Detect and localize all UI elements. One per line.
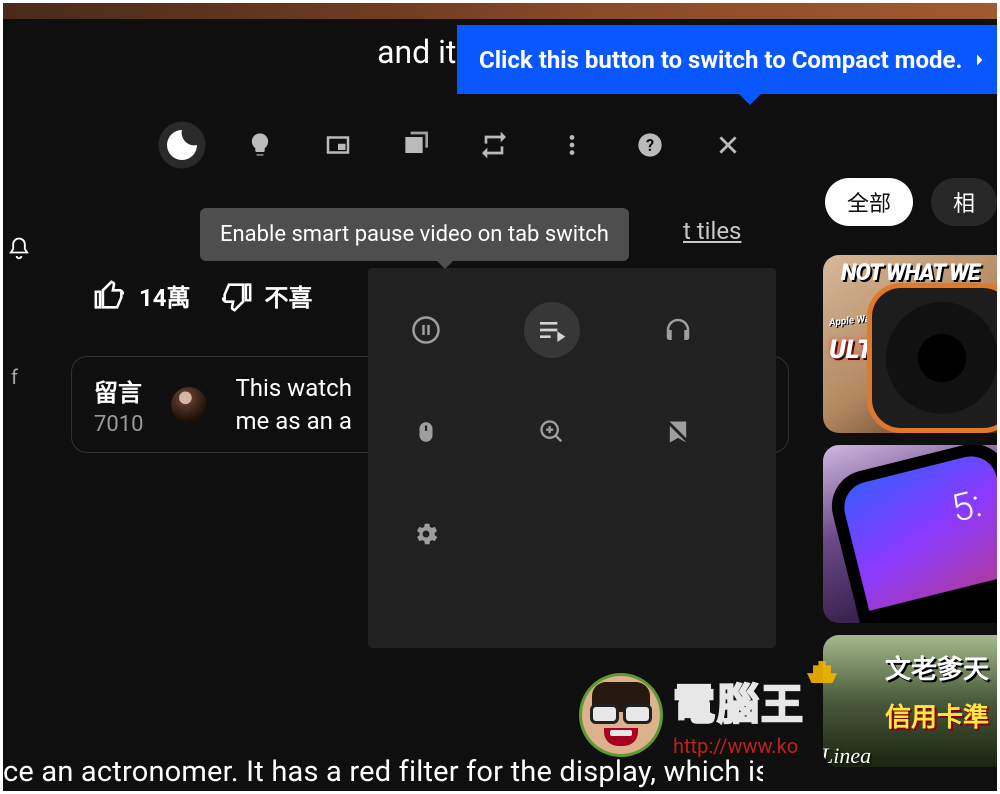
- site-watermark: 電腦王 http://www.ko: [579, 671, 805, 758]
- svg-text:?: ?: [646, 136, 654, 155]
- light-button[interactable]: light: [221, 107, 299, 183]
- headphones-button[interactable]: [650, 302, 706, 358]
- thumb-up-icon: [93, 279, 127, 313]
- chevron-right-icon: [971, 48, 987, 72]
- recommendation-thumb[interactable]: 文老爹天 信用卡準 Linea: [823, 635, 997, 767]
- mouse-button[interactable]: [398, 404, 454, 460]
- left-rail: f: [3, 233, 31, 389]
- commenter-avatar: [171, 387, 207, 423]
- headphones-icon: [663, 315, 693, 345]
- video-strip: [3, 3, 997, 19]
- pause-circle-icon: [411, 315, 441, 345]
- compact-mode-callout[interactable]: Click this button to switch to Compact m…: [457, 25, 997, 94]
- filter-chips: 全部 相: [825, 178, 997, 226]
- rail-letter: f: [11, 365, 31, 389]
- tabs-dropdown-panel: [368, 268, 776, 648]
- like-count: 14萬: [139, 278, 191, 313]
- settings-button[interactable]: [398, 506, 454, 562]
- extension-toolbar: dark-mode light picture-in-picture tabs …: [143, 107, 773, 183]
- help-button[interactable]: ? help: [611, 107, 689, 183]
- playlist-play-button[interactable]: [524, 302, 580, 358]
- recommendation-thumb[interactable]: 5:: [823, 445, 997, 623]
- comments-count: 7010: [94, 412, 143, 437]
- recommendation-list: NOT WHAT WE Apple Watch ULTRA 5: 文老爹天 信用…: [823, 255, 997, 767]
- pause-on-tab-button[interactable]: [398, 302, 454, 358]
- pause-tooltip: Enable smart pause video on tab switch: [200, 208, 629, 261]
- chip-all[interactable]: 全部: [825, 178, 913, 226]
- bookmark-off-button[interactable]: [650, 404, 706, 460]
- watermark-mascot: [579, 673, 663, 757]
- tabs-button[interactable]: tabs: [377, 107, 455, 183]
- thumb-caption: NOT WHAT WE: [823, 259, 997, 286]
- mouse-icon: [413, 417, 439, 447]
- dislike-button[interactable]: 不喜: [219, 278, 313, 313]
- dislike-label: 不喜: [265, 278, 313, 313]
- playlist-play-icon: [536, 314, 568, 346]
- thumb-logo: Linea: [823, 743, 871, 767]
- more-button[interactable]: more: [533, 107, 611, 183]
- bell-icon: [5, 233, 33, 265]
- thumb-text-2: 信用卡準: [885, 697, 989, 734]
- callout-text: Click this button to switch to Compact m…: [479, 46, 962, 74]
- comments-title: 留言: [94, 373, 143, 408]
- video-caption-bottom: ce an actronomer. It has a red filter fo…: [3, 755, 763, 789]
- chip-related[interactable]: 相: [931, 178, 997, 226]
- zoom-in-icon: [538, 418, 566, 446]
- watch-graphic: [867, 283, 997, 433]
- recommendation-thumb[interactable]: NOT WHAT WE Apple Watch ULTRA: [823, 255, 997, 433]
- tiles-link[interactable]: t tiles: [683, 217, 741, 245]
- zoom-button[interactable]: [524, 404, 580, 460]
- bookmark-off-icon: [664, 418, 692, 446]
- watermark-title: 電腦王: [673, 671, 805, 732]
- thumb-down-icon: [219, 279, 253, 313]
- loop-button[interactable]: loop: [455, 107, 533, 183]
- phone-graphic: [824, 445, 997, 623]
- pip-button[interactable]: picture-in-picture: [299, 107, 377, 183]
- dark-mode-button[interactable]: dark-mode: [143, 107, 221, 183]
- gear-icon: [412, 520, 440, 548]
- close-button[interactable]: close: [689, 107, 767, 183]
- thumb-text-1: 文老爹天: [885, 649, 989, 686]
- like-button[interactable]: 14萬: [93, 278, 191, 313]
- featured-comment: This watch me as an a: [235, 372, 351, 437]
